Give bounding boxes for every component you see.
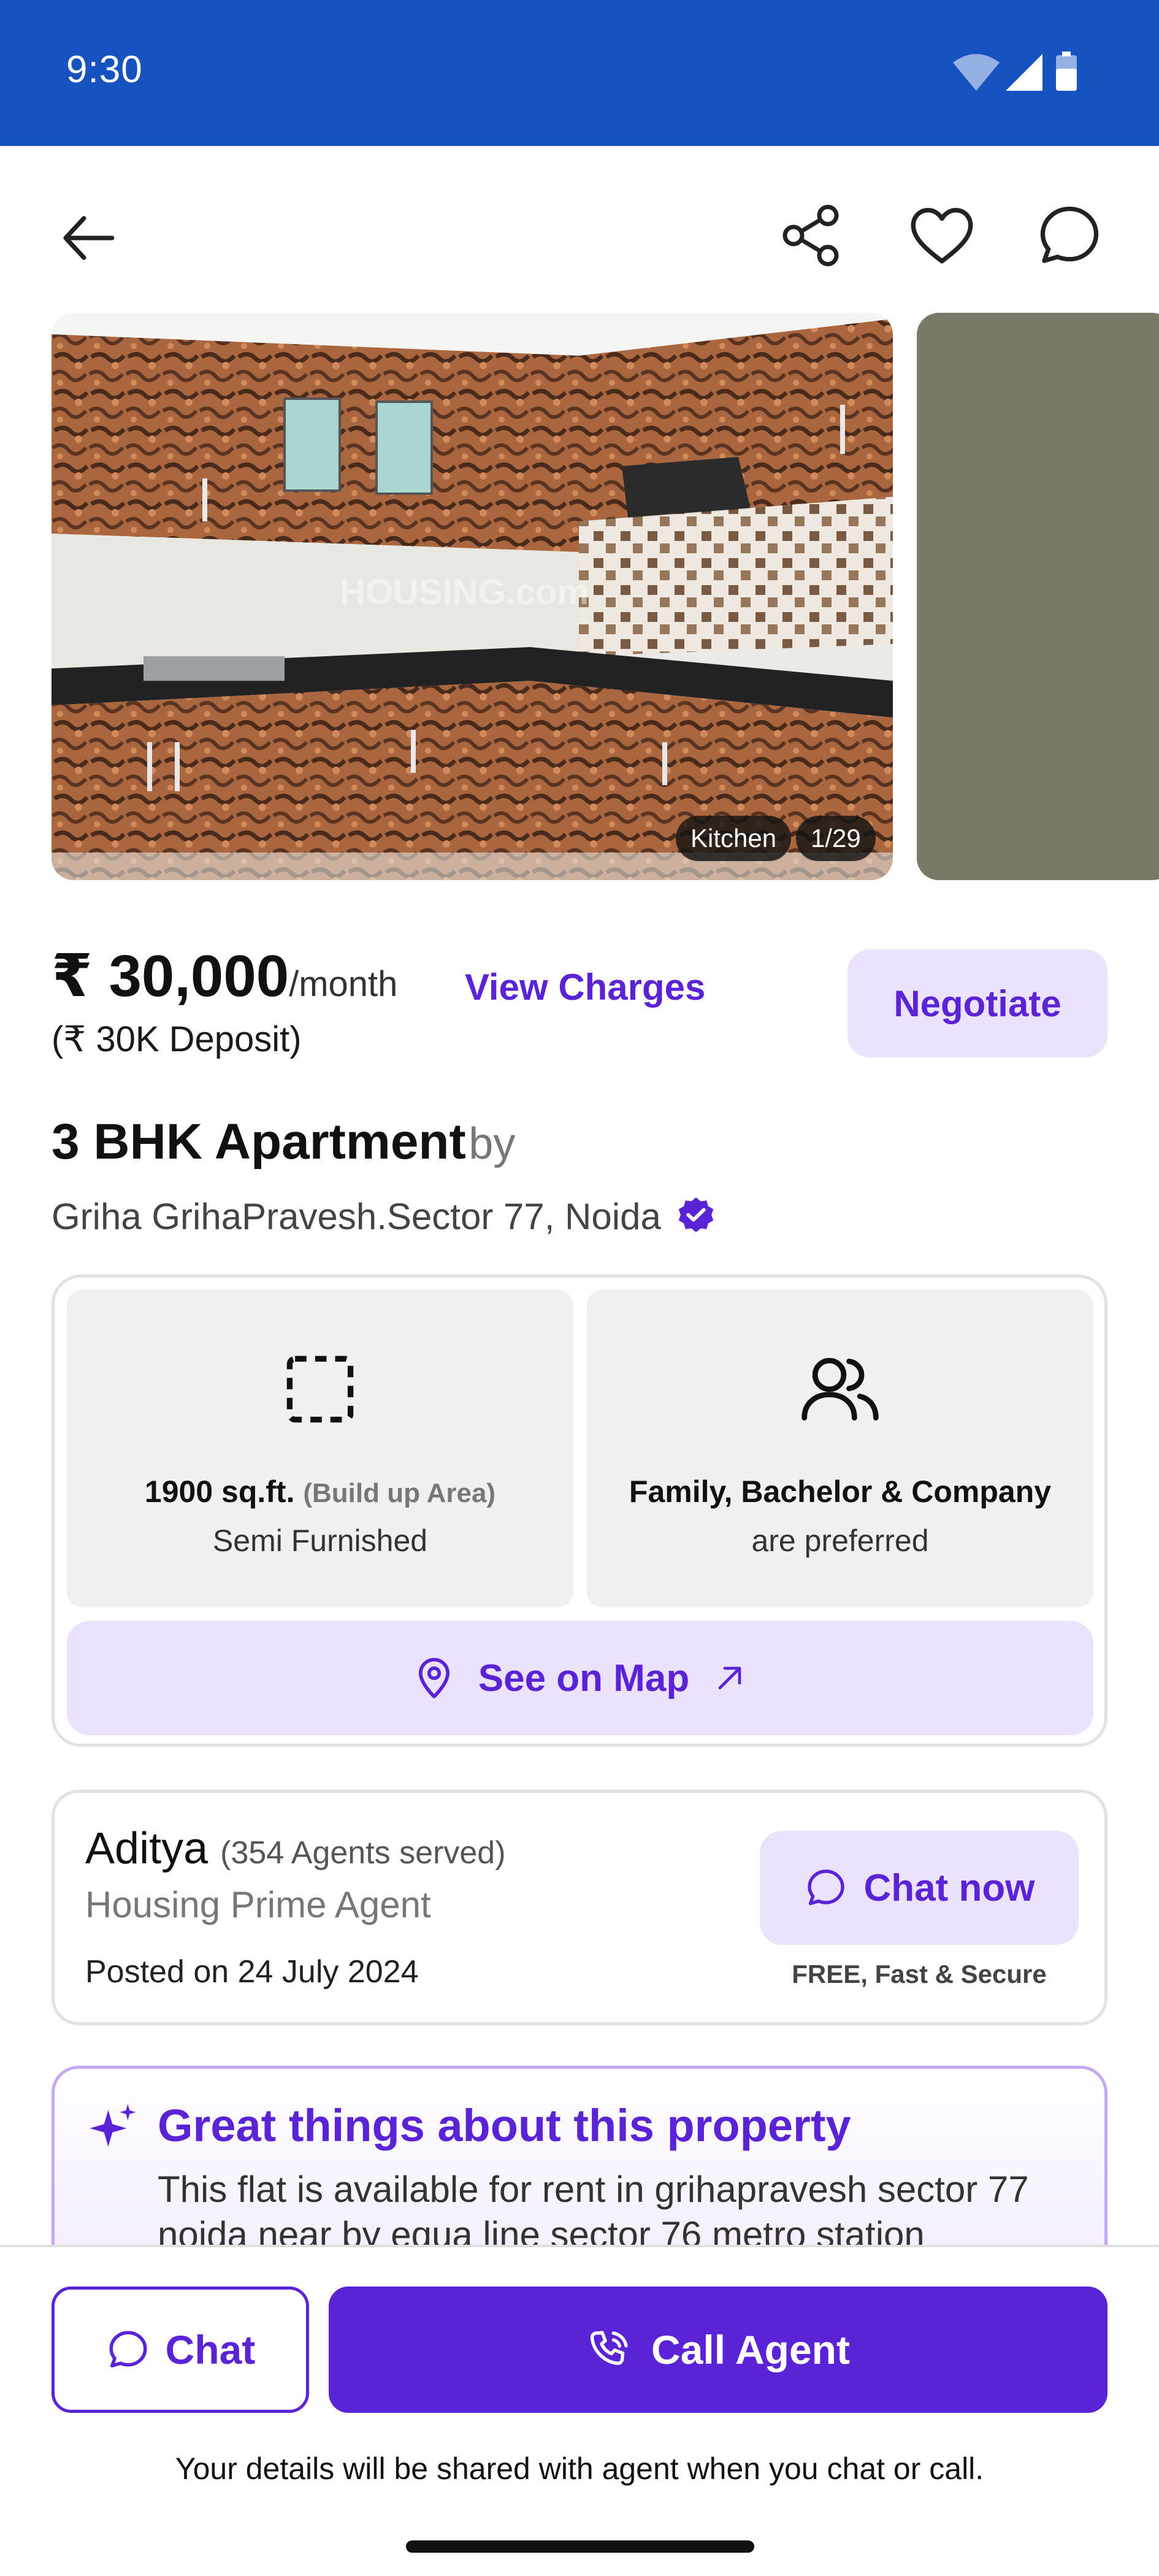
signal-icon [1006, 54, 1042, 91]
chat-button-top[interactable] [1027, 193, 1112, 278]
bottom-action-bar: Chat Call Agent Your details will be sha… [0, 2245, 1159, 2576]
next-photo-preview[interactable] [917, 313, 1159, 880]
area-line: 1900 sq.ft. (Build up Area) [67, 1474, 573, 1509]
area-tile: 1900 sq.ft. (Build up Area) Semi Furnish… [67, 1290, 573, 1608]
call-agent-button[interactable]: Call Agent [329, 2287, 1107, 2413]
location-pin-icon [418, 1658, 449, 1698]
call-agent-label: Call Agent [651, 2327, 850, 2372]
photo-caption: Kitchen [676, 816, 792, 861]
see-on-map-button[interactable]: See on Map [67, 1621, 1093, 1735]
status-time: 9:30 [66, 48, 143, 91]
favorite-button[interactable] [899, 193, 985, 278]
home-indicator[interactable] [406, 2540, 754, 2553]
back-arrow-icon [63, 216, 115, 260]
highlights-title: Great things about this property [158, 2100, 851, 2151]
rent-amount: ₹ 30,000 [52, 943, 289, 1009]
property-title-row: 3 BHK Apartment by [52, 1113, 515, 1171]
preferred-tenants: Family, Bachelor & Company [629, 1474, 1052, 1509]
preferred-tenants-sub: are preferred [751, 1524, 929, 1558]
people-icon [801, 1357, 879, 1421]
posted-date: Posted on 24 July 2024 [85, 1954, 419, 1990]
share-icon [782, 204, 839, 267]
deposit-text: (₹ 30K Deposit) [52, 1019, 302, 1059]
price-row: ₹ 30,000/month View Charges [52, 941, 705, 1010]
view-charges-link[interactable]: View Charges [465, 966, 705, 1008]
photo-gallery[interactable]: HOUSING.com Kitchen 1/29 [0, 313, 1159, 880]
back-button[interactable] [47, 195, 132, 281]
title-by: by [469, 1119, 516, 1168]
chat-now-label: Chat now [863, 1866, 1035, 1909]
sparkle-icon [90, 2104, 136, 2147]
wifi-icon [953, 54, 1000, 91]
area-icon [286, 1355, 354, 1423]
property-photo[interactable]: HOUSING.com Kitchen 1/29 [52, 313, 893, 880]
contact-disclaimer: Your details will be shared with agent w… [175, 2451, 984, 2486]
agent-card: Aditya (354 Agents served) Housing Prime… [52, 1790, 1107, 2025]
chat-bubble-icon [109, 2331, 147, 2367]
share-button[interactable] [768, 193, 854, 278]
phone-call-icon [590, 2331, 628, 2365]
negotiate-button[interactable]: Negotiate [847, 949, 1107, 1057]
agent-type: Housing Prime Agent [85, 1884, 431, 1925]
chat-free-note: FREE, Fast & Secure [792, 1960, 1047, 1988]
heart-icon [911, 208, 973, 264]
area-label: (Build up Area) [303, 1478, 496, 1508]
agent-name-row: Aditya (354 Agents served) [85, 1823, 506, 1874]
see-on-map-label: See on Map [478, 1657, 690, 1700]
status-icons [951, 49, 1092, 93]
battery-icon [1056, 52, 1077, 91]
status-bar: 9:30 [0, 0, 1159, 146]
chat-bubble-icon [807, 1869, 844, 1906]
property-info-card: 1900 sq.ft. (Build up Area) Semi Furnish… [52, 1275, 1107, 1747]
chat-now-button[interactable]: Chat now [760, 1831, 1079, 1945]
furnishing-status: Semi Furnished [212, 1524, 428, 1558]
builder-name[interactable]: Griha GrihaPravesh.Sector 77, Noida [52, 1195, 661, 1238]
rent-period: /month [289, 964, 398, 1004]
photo-counter: 1/29 [796, 816, 876, 861]
highlights-text: This flat is available for rent in griha… [158, 2169, 1029, 2255]
tenants-tile: Family, Bachelor & Company are preferred [587, 1290, 1093, 1608]
kitchen-photo: HOUSING.com [52, 313, 893, 880]
area-value: 1900 sq.ft. [144, 1474, 295, 1509]
svg-text:HOUSING.com: HOUSING.com [340, 572, 589, 612]
agent-name: Aditya [85, 1824, 208, 1873]
agents-served: (354 Agents served) [220, 1835, 506, 1871]
chat-button-label: Chat [165, 2327, 256, 2372]
top-nav [0, 146, 1159, 312]
property-title: 3 BHK Apartment [52, 1114, 466, 1170]
external-arrow-icon [718, 1666, 741, 1690]
chat-bubble-icon [1040, 206, 1099, 263]
builder-row[interactable]: Griha GrihaPravesh.Sector 77, Noida [52, 1195, 717, 1238]
app-screen: 9:30 HOUSING.com Kitchen 1/29 ₹ 30,000/m… [0, 0, 1159, 2576]
chat-button[interactable]: Chat [52, 2287, 309, 2413]
verified-badge-icon [678, 1197, 714, 1232]
